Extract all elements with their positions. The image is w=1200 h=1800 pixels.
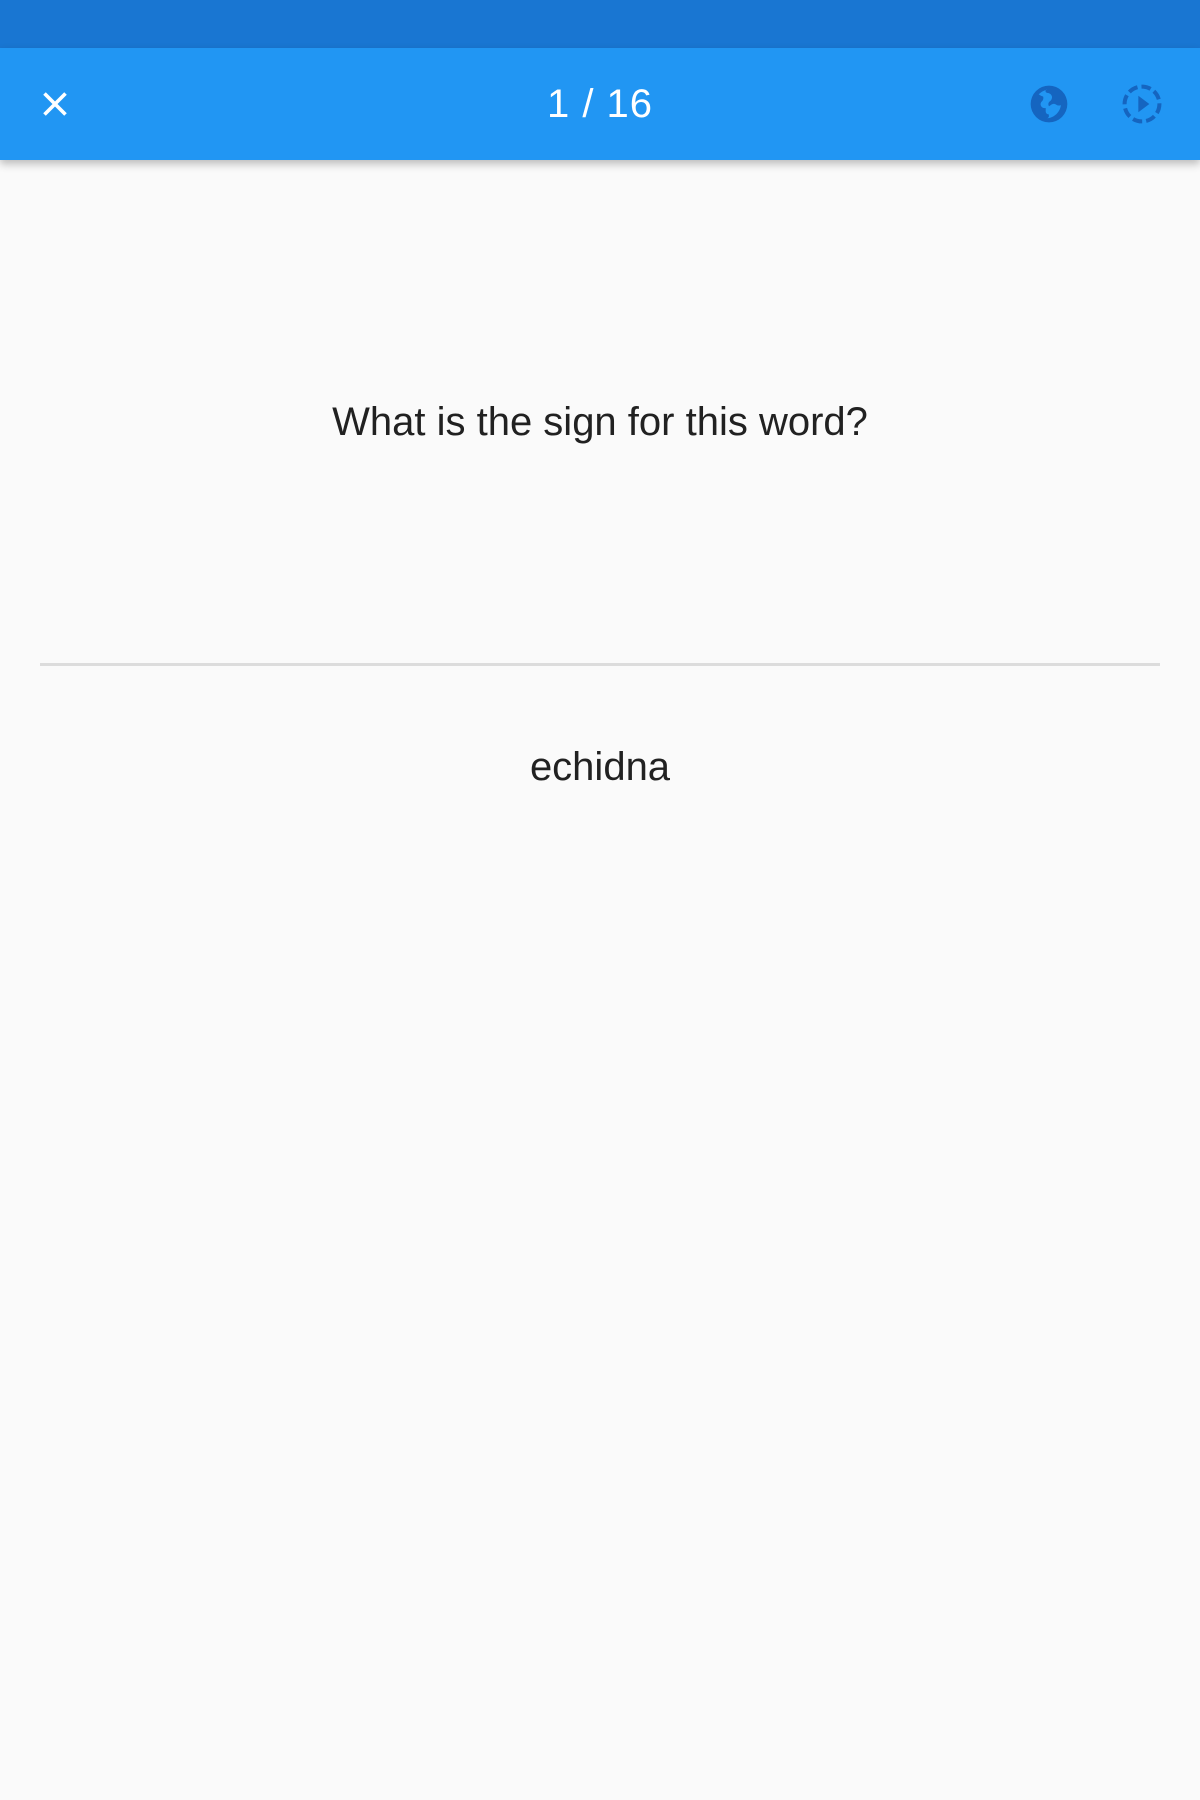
play-button[interactable] [1110,72,1174,136]
status-bar [0,0,1200,48]
close-button[interactable] [23,72,87,136]
close-icon [43,92,67,116]
flashcard: What is the sign for this word? echidna [0,160,1200,1800]
globe-button[interactable] [1017,72,1081,136]
word-text: echidna [529,745,671,789]
play-circle-icon [1122,84,1162,124]
divider [40,663,1160,666]
app-bar: 1 / 16 [0,48,1200,160]
globe-icon [1030,85,1068,123]
question-text: What is the sign for this word? [332,400,868,444]
